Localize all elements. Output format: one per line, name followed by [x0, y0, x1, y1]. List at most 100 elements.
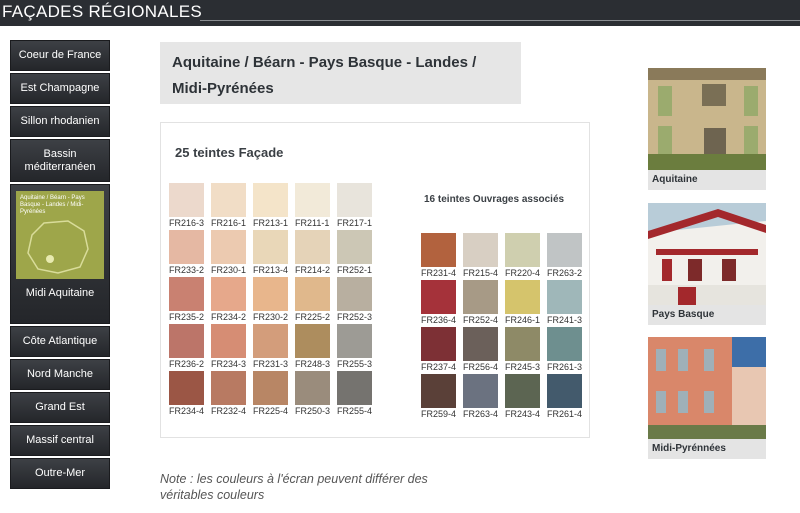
ouvrage-swatch[interactable] — [547, 280, 582, 314]
ouvrage-swatch[interactable] — [463, 327, 498, 361]
ouvrage-swatch-code: FR252-4 — [463, 315, 499, 325]
photo-card-pays-basque[interactable]: Pays Basque — [648, 203, 766, 325]
france-map-icon — [27, 220, 89, 274]
ouvrage-swatch-code: FR261-4 — [547, 409, 583, 419]
ouvrage-swatch[interactable] — [421, 374, 456, 408]
facade-swatch[interactable] — [211, 371, 246, 405]
facade-swatch-code: FR213-1 — [253, 218, 289, 228]
facade-swatch[interactable] — [253, 371, 288, 405]
ouvrage-swatch[interactable] — [463, 233, 498, 267]
ouvrage-swatch-code: FR246-1 — [505, 315, 541, 325]
sidebar-item-label: Grand Est — [35, 401, 85, 413]
ouvrage-swatch-code: FR261-3 — [547, 362, 583, 372]
facade-swatch[interactable] — [211, 183, 246, 217]
region-map-thumbnail[interactable]: Aquitaine / Béarn - Pays Basque - Landes… — [16, 191, 104, 279]
page: FAÇADES RÉGIONALES Coeur de France Est C… — [0, 0, 800, 513]
ouvrage-swatch-code: FR245-3 — [505, 362, 541, 372]
facade-swatch-code: FR213-4 — [253, 265, 289, 275]
ouvrage-swatch[interactable] — [421, 327, 456, 361]
ouvrage-swatch[interactable] — [547, 374, 582, 408]
facade-swatch[interactable] — [169, 183, 204, 217]
ouvrage-swatch[interactable] — [505, 374, 540, 408]
facade-swatch[interactable] — [253, 324, 288, 358]
ouvrage-swatch[interactable] — [463, 280, 498, 314]
facade-swatch[interactable] — [253, 183, 288, 217]
facade-swatch-code: FR217-1 — [337, 218, 373, 228]
photo-caption: Midi-Pyrénnées — [648, 439, 766, 459]
facade-swatch[interactable] — [337, 183, 372, 217]
facade-swatch-code: FR232-4 — [211, 406, 247, 416]
sidebar-item-coeur-de-france[interactable]: Coeur de France — [10, 40, 110, 71]
page-title: FAÇADES RÉGIONALES — [2, 2, 203, 21]
facade-swatch-code: FR216-1 — [211, 218, 247, 228]
sidebar-item-label: Coeur de France — [18, 49, 102, 61]
ouvrage-swatch-code: FR256-4 — [463, 362, 499, 372]
facade-swatch[interactable] — [295, 230, 330, 264]
sidebar-item-massif-central[interactable]: Massif central — [10, 425, 110, 456]
sidebar-item-midi-aquitaine[interactable]: Aquitaine / Béarn - Pays Basque - Landes… — [10, 184, 110, 324]
facade-swatch[interactable] — [169, 371, 204, 405]
facade-swatch[interactable] — [295, 277, 330, 311]
ouvrage-swatch-code: FR263-4 — [463, 409, 499, 419]
facade-swatch[interactable] — [211, 277, 246, 311]
facade-swatch[interactable] — [169, 324, 204, 358]
facade-swatch-code: FR234-4 — [169, 406, 205, 416]
ouvrage-swatch-code: FR236-4 — [421, 315, 457, 325]
ouvrage-swatch[interactable] — [547, 233, 582, 267]
facade-swatch-code: FR214-2 — [295, 265, 331, 275]
facade-swatch-code: FR230-1 — [211, 265, 247, 275]
facade-swatch[interactable] — [295, 183, 330, 217]
facade-swatch[interactable] — [337, 324, 372, 358]
facade-swatch[interactable] — [169, 277, 204, 311]
region-title: Aquitaine / Béarn - Pays Basque - Landes… — [172, 54, 477, 97]
thumbnail-text: Aquitaine / Béarn - Pays Basque - Landes… — [20, 195, 85, 215]
facade-swatch[interactable] — [295, 324, 330, 358]
midi-pyrenees-building-photo[interactable] — [648, 337, 766, 439]
ouvrage-swatch[interactable] — [421, 280, 456, 314]
sidebar-item-label: Sillon rhodanien — [20, 115, 100, 127]
sidebar-item-label: Massif central — [26, 434, 94, 446]
color-disclaimer-note: Note : les couleurs à l'écran peuvent di… — [160, 472, 428, 502]
facade-swatch[interactable] — [253, 230, 288, 264]
facade-swatch[interactable] — [211, 324, 246, 358]
ouvrage-swatch-code: FR263-2 — [547, 268, 583, 278]
facade-heading: 25 teintes Façade — [175, 145, 284, 160]
sidebar-nav: Coeur de France Est Champagne Sillon rho… — [10, 40, 110, 491]
sidebar-item-label: Midi Aquitaine — [25, 287, 95, 299]
header-bar: FAÇADES RÉGIONALES — [0, 0, 800, 26]
sidebar-item-label: Bassin méditerranéen — [24, 147, 96, 173]
sidebar-item-label: Outre-Mer — [34, 467, 86, 479]
sidebar-item-label: Nord Manche — [26, 368, 94, 380]
sidebar-item-est-champagne[interactable]: Est Champagne — [10, 73, 110, 104]
photo-card-midi-pyrenees[interactable]: Midi-Pyrénnées — [648, 337, 766, 459]
facade-swatch-code: FR248-3 — [295, 359, 331, 369]
sidebar-item-bassin-mediterraneen[interactable]: Bassin méditerranéen — [10, 139, 110, 182]
photo-card-aquitaine[interactable]: Aquitaine — [648, 68, 766, 190]
facade-swatch-code: FR255-3 — [337, 359, 373, 369]
facade-swatch[interactable] — [169, 230, 204, 264]
facade-swatch[interactable] — [253, 277, 288, 311]
sidebar-item-sillon-rhodanien[interactable]: Sillon rhodanien — [10, 106, 110, 137]
facade-swatch-code: FR255-4 — [337, 406, 373, 416]
ouvrage-swatch[interactable] — [505, 327, 540, 361]
ouvrage-swatch[interactable] — [547, 327, 582, 361]
ouvrage-swatch[interactable] — [421, 233, 456, 267]
sidebar-item-nord-manche[interactable]: Nord Manche — [10, 359, 110, 390]
sidebar-item-outre-mer[interactable]: Outre-Mer — [10, 458, 110, 489]
facade-swatch[interactable] — [337, 371, 372, 405]
ouvrage-swatch[interactable] — [505, 233, 540, 267]
pays-basque-building-photo[interactable] — [648, 203, 766, 305]
aquitaine-building-photo[interactable] — [648, 68, 766, 170]
sidebar-item-grand-est[interactable]: Grand Est — [10, 392, 110, 423]
facade-swatch[interactable] — [337, 230, 372, 264]
sidebar-item-cote-atlantique[interactable]: Côte Atlantique — [10, 326, 110, 357]
facade-swatch-code: FR225-4 — [253, 406, 289, 416]
ouvrage-swatch[interactable] — [505, 280, 540, 314]
facade-swatch-code: FR211-1 — [295, 218, 330, 228]
ouvrage-swatch[interactable] — [463, 374, 498, 408]
facade-swatch[interactable] — [211, 230, 246, 264]
facade-swatch[interactable] — [295, 371, 330, 405]
facade-swatch-code: FR231-3 — [253, 359, 289, 369]
facade-swatch-code: FR250-3 — [295, 406, 331, 416]
facade-swatch[interactable] — [337, 277, 372, 311]
